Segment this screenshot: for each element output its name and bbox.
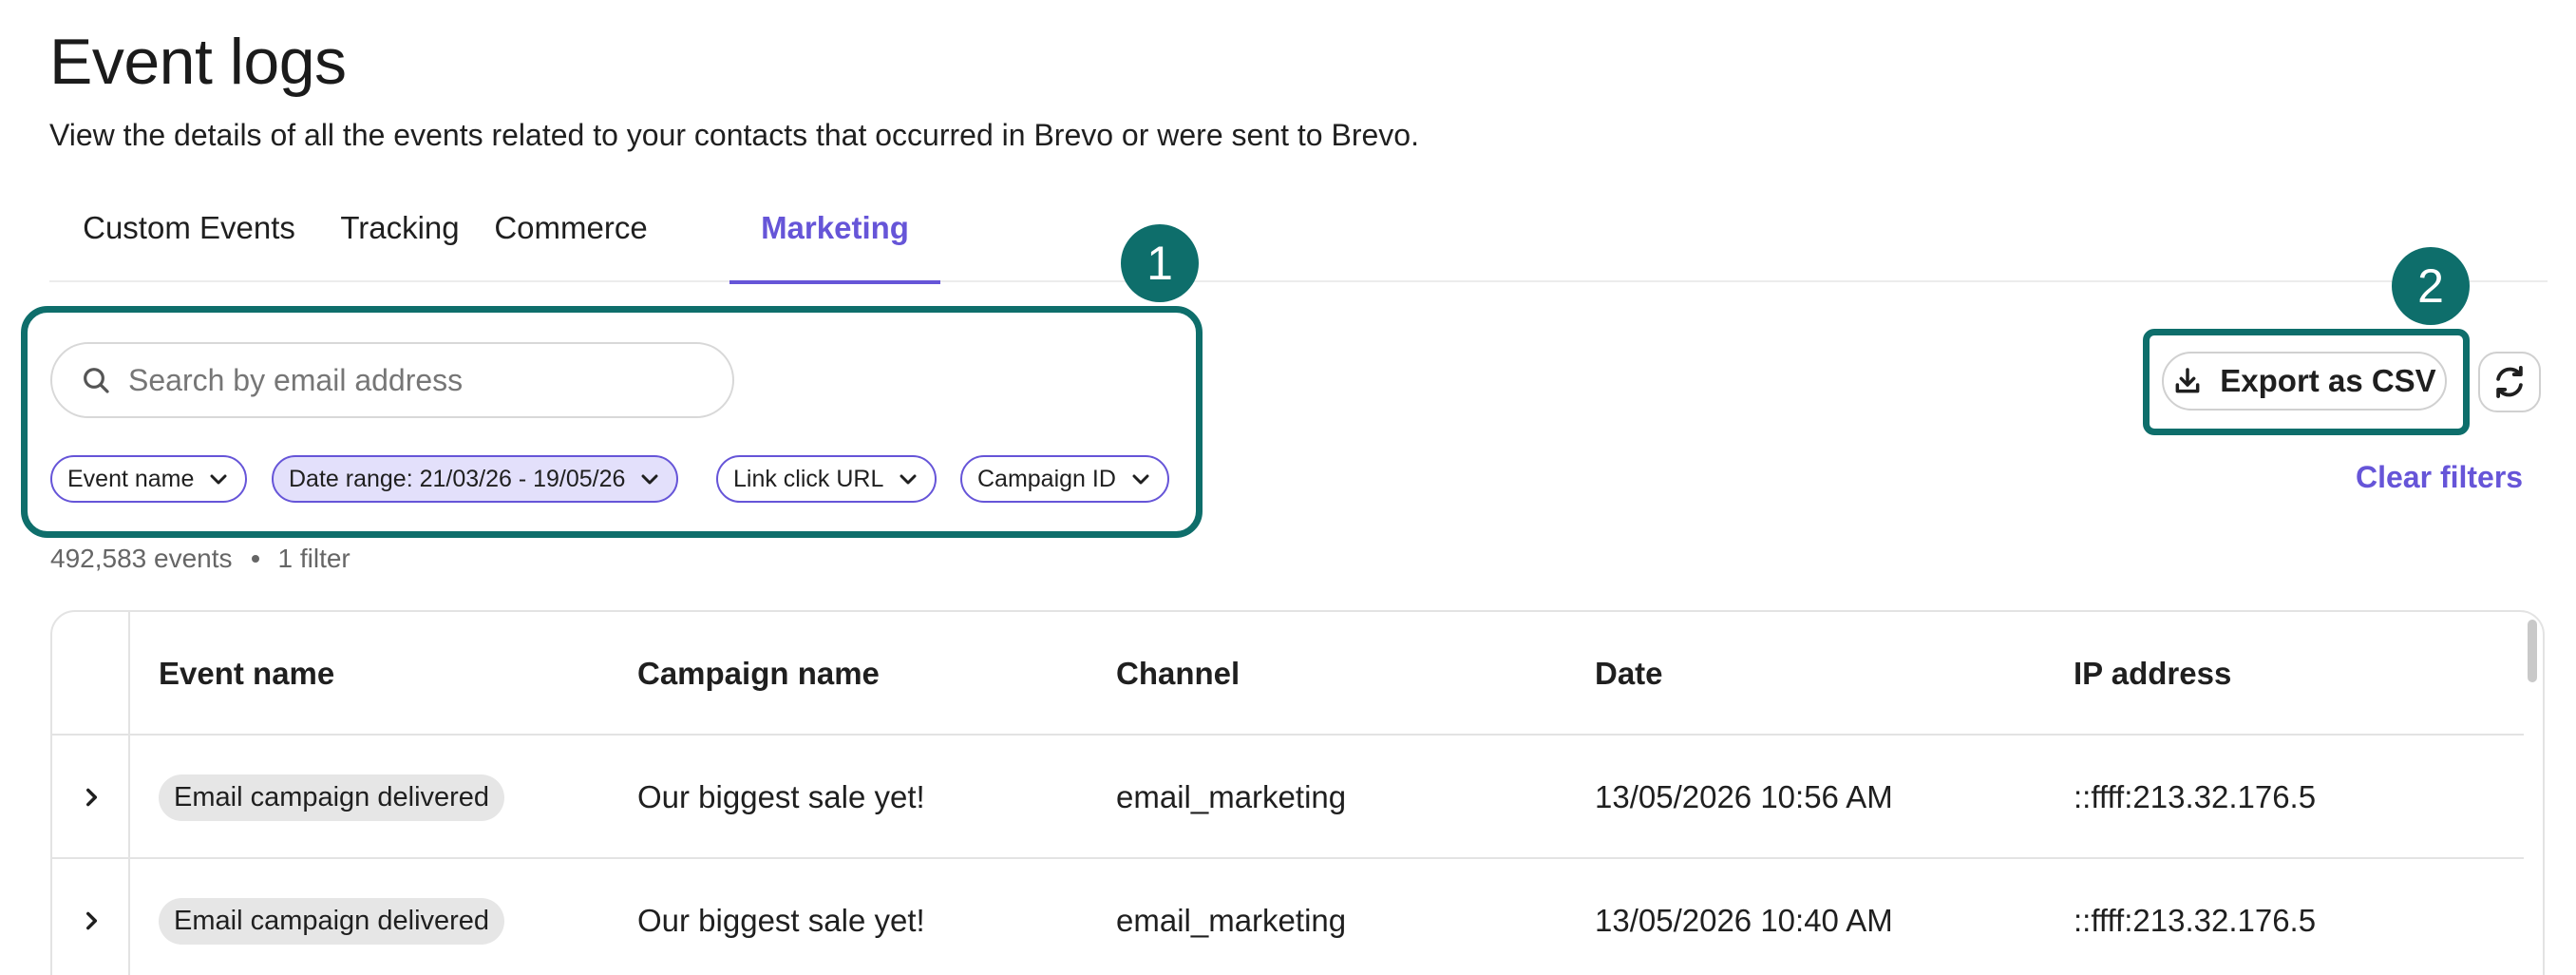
annotation-badge-2: 2 [2392, 247, 2470, 325]
ip-address-cell: ::ffff:213.32.176.5 [2074, 903, 2317, 938]
filter-label: Event name [67, 465, 195, 492]
filter-event-name[interactable]: Event name [50, 455, 248, 503]
tab-marketing[interactable]: Marketing [729, 195, 940, 284]
search-input[interactable] [128, 362, 698, 398]
filter-campaign-id[interactable]: Campaign ID [960, 455, 1169, 503]
export-csv-button[interactable]: Export as CSV [2162, 352, 2447, 411]
event-name-badge: Email campaign delivered [159, 897, 505, 945]
tab-custom-events[interactable]: Custom Events [49, 195, 329, 282]
annotation-badge-1: 1 [1121, 224, 1199, 302]
column-header-event-name[interactable]: Event name [159, 612, 334, 736]
table-row[interactable]: Email campaign delivered Our biggest sal… [52, 859, 2524, 975]
chevron-right-icon [86, 788, 98, 807]
date-cell: 13/05/2026 10:56 AM [1595, 779, 1893, 814]
chevron-right-icon [86, 911, 98, 930]
event-count: 492,583 events [50, 544, 233, 573]
chevron-down-icon [1132, 474, 1149, 485]
column-header-date[interactable]: Date [1595, 612, 1663, 736]
export-label: Export as CSV [2220, 363, 2436, 398]
campaign-name-cell: Our biggest sale yet! [637, 903, 925, 938]
refresh-icon [2496, 366, 2523, 398]
filter-label: Date range: 21/03/26 - 19/05/26 [289, 465, 626, 492]
column-header-channel[interactable]: Channel [1116, 612, 1240, 736]
tab-bar: Custom Events Tracking Commerce Marketin… [49, 195, 2548, 284]
filter-count: 1 filter [277, 544, 350, 573]
campaign-name-cell: Our biggest sale yet! [637, 779, 925, 814]
expand-row-button[interactable] [79, 859, 104, 975]
column-header-ip-address[interactable]: IP address [2074, 612, 2231, 736]
filter-link-click-url[interactable]: Link click URL [716, 455, 938, 503]
events-table: Event name Campaign name Channel Date IP… [50, 610, 2545, 975]
filter-label: Campaign ID [977, 465, 1116, 492]
chevron-down-icon [210, 474, 227, 485]
ip-address-cell: ::ffff:213.32.176.5 [2074, 779, 2317, 814]
page-title: Event logs [49, 26, 347, 98]
table-header-row: Event name Campaign name Channel Date IP… [52, 612, 2524, 736]
clear-filters-link[interactable]: Clear filters [2356, 460, 2523, 495]
chevron-down-icon [641, 474, 658, 485]
chevron-down-icon [900, 474, 917, 485]
filter-label: Link click URL [733, 465, 884, 492]
search-field[interactable] [50, 342, 734, 418]
channel-cell: email_marketing [1116, 779, 1347, 814]
event-name-badge: Email campaign delivered [159, 774, 505, 821]
channel-cell: email_marketing [1116, 903, 1347, 938]
table-scrollbar[interactable] [2528, 620, 2537, 682]
date-cell: 13/05/2026 10:40 AM [1595, 903, 1893, 938]
tab-commerce[interactable]: Commerce [473, 195, 669, 282]
filter-date-range[interactable]: Date range: 21/03/26 - 19/05/26 [272, 455, 679, 503]
annotation-highlight-filters [21, 306, 1203, 538]
refresh-button[interactable] [2478, 352, 2541, 412]
tab-tracking[interactable]: Tracking [329, 195, 471, 282]
table-row[interactable]: Email campaign delivered Our biggest sal… [52, 736, 2524, 859]
column-header-campaign-name[interactable]: Campaign name [637, 612, 880, 736]
results-summary: 492,583 events 1 filter [50, 544, 350, 574]
separator-dot [251, 555, 259, 563]
download-icon [2175, 368, 2200, 393]
expand-row-button[interactable] [79, 736, 104, 859]
search-icon [84, 368, 109, 393]
page-subtitle: View the details of all the events relat… [49, 118, 1419, 152]
